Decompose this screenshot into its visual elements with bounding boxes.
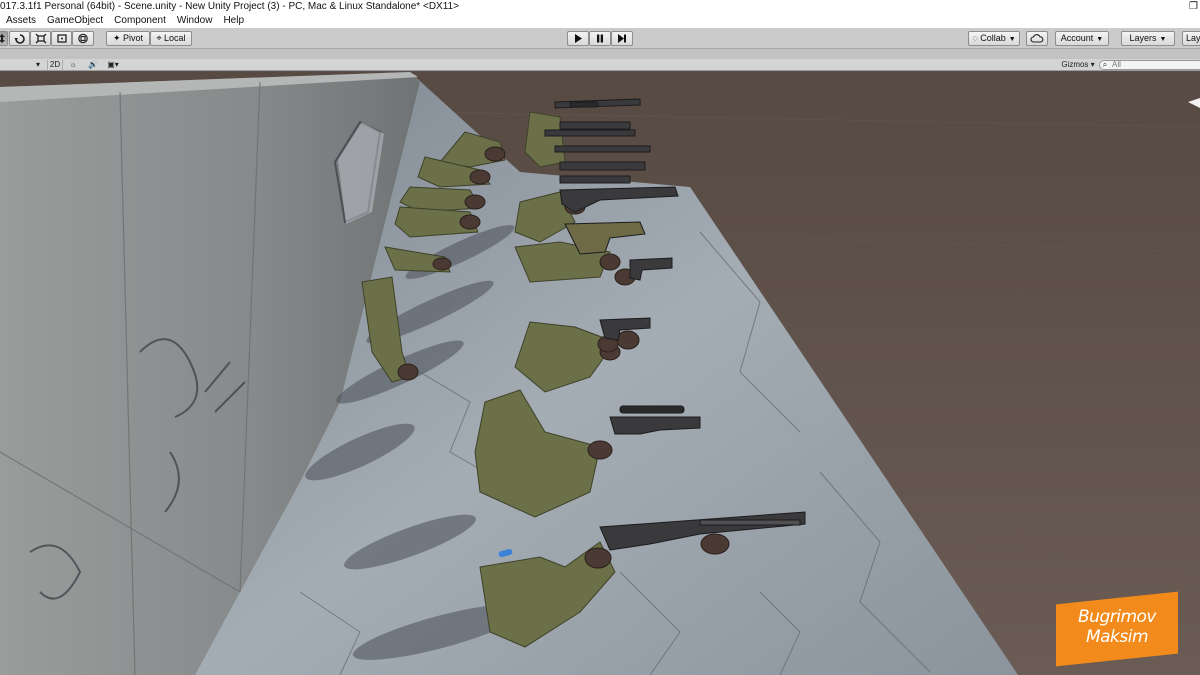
play-button[interactable] bbox=[567, 31, 589, 46]
local-icon: ⌖ bbox=[156, 33, 162, 43]
pivot-icon: ✦ bbox=[112, 33, 121, 43]
watermark-line-1: Bugrimov bbox=[1078, 607, 1156, 627]
scene-viewport[interactable]: Bugrimov Maksim bbox=[0, 72, 1200, 675]
move-tool-button[interactable] bbox=[0, 31, 8, 46]
transform-tool-icon bbox=[78, 33, 88, 44]
main-toolbar: ✦ Pivot ⌖ Local ◌ Collab ▼ Account ▼ Layer… bbox=[0, 28, 1200, 49]
author-watermark: Bugrimov Maksim bbox=[1056, 591, 1178, 667]
window-title-bar: 017.3.1f1 Personal (64bit) - Scene.unity… bbox=[0, 0, 1200, 13]
rotate-tool-icon bbox=[14, 34, 25, 44]
account-dropdown[interactable]: Account ▼ bbox=[1055, 31, 1109, 46]
menu-assets[interactable]: Assets bbox=[0, 13, 41, 28]
play-icon bbox=[575, 34, 582, 43]
gizmos-label: Gizmos bbox=[1061, 60, 1089, 69]
layout-label: Lay bbox=[1186, 33, 1200, 43]
local-toggle-button[interactable]: ⌖ Local bbox=[150, 31, 192, 46]
shading-mode-dropdown-icon[interactable]: ▾ bbox=[34, 60, 42, 70]
menu-window[interactable]: Window bbox=[171, 13, 218, 28]
rotate-tool-button[interactable] bbox=[9, 31, 30, 46]
scene-view-toolbar: ▾ 2D ☼ 🔊 ▣▾ Gizmos ▾ All ⌕ bbox=[0, 59, 1200, 71]
collab-icon: ◌ bbox=[972, 33, 978, 43]
lighting-toggle-icon[interactable]: ☼ bbox=[66, 60, 80, 70]
chevron-down-icon: ▼ bbox=[1008, 36, 1016, 43]
layout-dropdown[interactable]: Lay bbox=[1182, 31, 1200, 46]
rect-tool-icon bbox=[56, 34, 67, 43]
scene-tab-strip bbox=[0, 49, 1200, 59]
collab-dropdown[interactable]: ◌ Collab ▼ bbox=[968, 31, 1020, 46]
toggle-2d-button[interactable]: 2D bbox=[47, 60, 63, 70]
search-placeholder: All bbox=[1112, 60, 1121, 69]
hierarchy-search-input[interactable]: All bbox=[1099, 60, 1200, 70]
audio-toggle-icon[interactable]: 🔊 bbox=[86, 60, 100, 70]
cloud-button[interactable] bbox=[1026, 31, 1048, 46]
chevron-down-icon: ▼ bbox=[1096, 36, 1104, 43]
rect-tool-button[interactable] bbox=[51, 31, 72, 46]
watermark-line-2: Maksim bbox=[1085, 627, 1149, 647]
chevron-down-icon: ▼ bbox=[1159, 36, 1167, 43]
gizmos-dropdown[interactable]: Gizmos ▾ bbox=[1058, 60, 1098, 70]
local-label: Local bbox=[164, 33, 186, 43]
pivot-label: Pivot bbox=[123, 33, 144, 43]
menu-bar: Assets GameObject Component Window Help bbox=[0, 13, 1200, 28]
window-title: 017.3.1f1 Personal (64bit) - Scene.unity… bbox=[0, 1, 459, 12]
scale-tool-icon bbox=[35, 33, 46, 44]
layers-label: Layers bbox=[1129, 33, 1157, 43]
menu-gameobject[interactable]: GameObject bbox=[41, 13, 108, 28]
cloud-icon bbox=[1030, 34, 1044, 43]
menu-component[interactable]: Component bbox=[108, 13, 171, 28]
scale-tool-button[interactable] bbox=[30, 31, 51, 46]
pivot-toggle-button[interactable]: ✦ Pivot bbox=[106, 31, 150, 46]
restore-window-icon[interactable]: ❐ bbox=[1189, 0, 1198, 13]
layers-dropdown[interactable]: Layers ▼ bbox=[1121, 31, 1175, 46]
transform-tool-button[interactable] bbox=[72, 31, 94, 46]
effects-dropdown-icon[interactable]: ▣▾ bbox=[104, 60, 122, 70]
account-label: Account bbox=[1060, 33, 1094, 43]
move-tool-icon bbox=[0, 34, 5, 43]
collab-label: Collab bbox=[980, 33, 1006, 43]
menu-help[interactable]: Help bbox=[217, 13, 249, 28]
step-button[interactable] bbox=[611, 31, 633, 46]
scene-render bbox=[0, 72, 1200, 675]
pause-icon bbox=[597, 34, 603, 43]
pause-button[interactable] bbox=[589, 31, 611, 46]
step-icon bbox=[618, 34, 626, 43]
search-icon: ⌕ bbox=[1102, 60, 1108, 69]
